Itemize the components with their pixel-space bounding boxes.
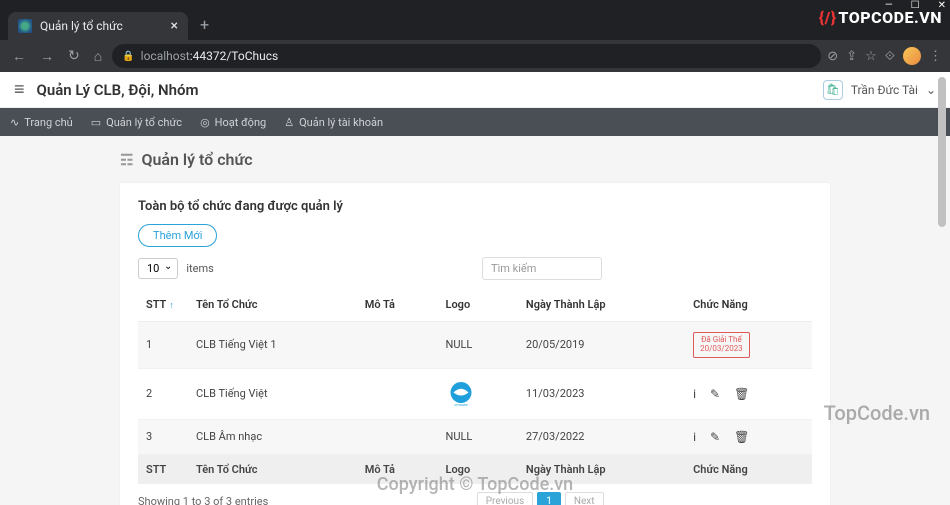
back-icon[interactable]: ←: [8, 44, 30, 69]
col-logo[interactable]: Logo: [438, 288, 518, 322]
menu-icon[interactable]: ⋮: [929, 49, 942, 64]
org-logo: VIETNAMESE: [446, 379, 510, 409]
bookmark-icon[interactable]: ☆: [865, 49, 877, 64]
hamburger-icon[interactable]: ≡: [14, 79, 25, 100]
app-title: Quản Lý CLB, Đội, Nhóm: [37, 81, 823, 99]
database-icon: ☶: [120, 151, 133, 169]
scrollbar-thumb[interactable]: [938, 77, 946, 227]
edit-icon[interactable]: ✎: [710, 387, 720, 401]
vertical-scrollbar[interactable]: [936, 72, 948, 505]
tab-close-icon[interactable]: ×: [171, 18, 178, 34]
share-icon[interactable]: ⇪: [846, 49, 857, 64]
watermark-logo: {/}TOPCODE.VN: [819, 8, 942, 27]
nav-accounts[interactable]: ♙Quản lý tài khoản: [284, 116, 383, 129]
page-length-select[interactable]: 10: [138, 258, 178, 279]
add-button[interactable]: Thêm Mới: [138, 224, 217, 247]
sort-asc-icon: ↑: [169, 301, 174, 311]
info-icon[interactable]: i: [693, 387, 696, 401]
lock-icon: 🔒: [122, 51, 134, 62]
items-label: items: [186, 262, 213, 275]
translate-icon[interactable]: ⊘: [827, 49, 838, 64]
edit-icon[interactable]: ✎: [710, 430, 720, 444]
nav-activities[interactable]: ◎Hoạt động: [200, 116, 266, 129]
info-icon[interactable]: i: [693, 430, 696, 444]
table-row: 1 CLB Tiếng Việt 1 NULL 20/05/2019 Đã Gi…: [138, 322, 812, 369]
nav-home[interactable]: ∿Trang chủ: [10, 116, 73, 129]
col-founded[interactable]: Ngày Thành Lập: [518, 288, 685, 322]
col-desc[interactable]: Mô Tả: [357, 288, 438, 322]
extensions-icon[interactable]: ⟐: [885, 49, 895, 64]
table-info: Showing 1 to 3 of 3 entries: [138, 495, 268, 505]
search-input[interactable]: Tìm kiếm: [482, 257, 602, 280]
user-icon: ♙: [284, 116, 294, 129]
profile-avatar[interactable]: [903, 47, 921, 65]
nav-organizations[interactable]: ▭Quản lý tổ chức: [91, 116, 182, 129]
activity-icon: ∿: [10, 116, 19, 129]
col-stt[interactable]: STT↑: [138, 288, 188, 322]
layers-icon: ▭: [91, 116, 101, 129]
card-title: Toàn bộ tổ chức đang được quản lý: [138, 199, 812, 214]
favicon: [18, 19, 32, 33]
dissolved-badge: Đã Giải Thể20/03/2023: [693, 332, 750, 358]
org-card: Toàn bộ tổ chức đang được quản lý Thêm M…: [120, 183, 830, 505]
watermark-center: Copyright © TopCode.vn: [377, 474, 573, 495]
chevron-down-icon: ⌄: [926, 83, 936, 97]
app-nav: ∿Trang chủ ▭Quản lý tổ chức ◎Hoạt động ♙…: [0, 108, 950, 136]
browser-tab[interactable]: Quản lý tổ chức ×: [8, 12, 188, 40]
col-name[interactable]: Tên Tổ Chức: [188, 288, 357, 322]
watermark-text: TopCode.vn: [824, 401, 930, 425]
user-name: Trần Đức Tài: [851, 83, 918, 97]
cart-icon: 🛍: [823, 80, 843, 100]
table-row: 2 CLB Tiếng Việt VIETNAMESE 11/03/2023 i: [138, 368, 812, 419]
page-title: Quản lý tổ chức: [141, 150, 252, 169]
address-bar[interactable]: 🔒 localhost:44372/ToChucs: [112, 44, 821, 68]
svg-text:VIETNAMESE: VIETNAMESE: [454, 404, 468, 407]
app-header: ≡ Quản Lý CLB, Đội, Nhóm 🛍 Trần Đức Tài …: [0, 72, 950, 108]
forward-icon[interactable]: →: [36, 44, 58, 69]
user-menu[interactable]: 🛍 Trần Đức Tài ⌄: [823, 80, 936, 100]
home-icon[interactable]: ⌂: [90, 44, 106, 69]
delete-icon[interactable]: 🗑: [734, 387, 749, 401]
eye-icon: ◎: [200, 116, 210, 129]
reload-icon[interactable]: ↻: [64, 44, 84, 68]
col-actions[interactable]: Chức Năng: [685, 288, 812, 322]
org-table: STT↑ Tên Tổ Chức Mô Tả Logo Ngày Thành L…: [138, 288, 812, 484]
table-row: 3 CLB Âm nhạc NULL 27/03/2022 i ✎ 🗑: [138, 419, 812, 454]
delete-icon[interactable]: 🗑: [734, 430, 749, 444]
tab-title: Quản lý tổ chức: [40, 19, 163, 33]
new-tab-button[interactable]: +: [200, 15, 209, 34]
